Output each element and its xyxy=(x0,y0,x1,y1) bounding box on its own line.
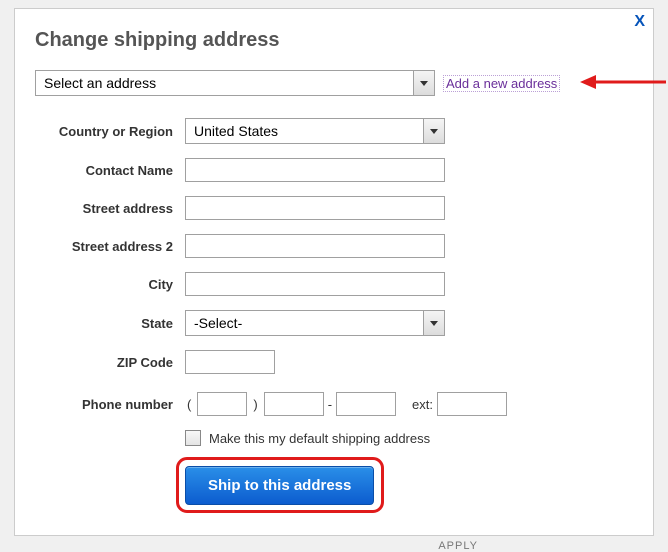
modal-title: Change shipping address xyxy=(35,29,633,52)
contact-name-input[interactable] xyxy=(185,158,445,182)
default-address-checkbox[interactable] xyxy=(185,430,201,446)
paren-close: ) xyxy=(251,397,259,412)
phone-label: Phone number xyxy=(45,397,185,412)
phone-prefix-input[interactable] xyxy=(264,392,324,416)
ship-to-address-button[interactable]: Ship to this address xyxy=(185,466,374,505)
street1-label: Street address xyxy=(45,201,185,216)
street2-input[interactable] xyxy=(185,234,445,258)
add-new-address-link[interactable]: Add a new address xyxy=(443,75,560,92)
street1-input[interactable] xyxy=(185,196,445,220)
zip-label: ZIP Code xyxy=(45,355,185,370)
city-input[interactable] xyxy=(185,272,445,296)
change-shipping-modal: X Change shipping address Select an addr… xyxy=(14,8,654,536)
address-form: Country or Region United States Contact … xyxy=(45,118,633,505)
zip-input[interactable] xyxy=(185,350,275,374)
close-icon[interactable]: X xyxy=(634,13,645,31)
default-address-label: Make this my default shipping address xyxy=(209,431,430,446)
apply-text: APPLY xyxy=(438,540,478,552)
contact-name-label: Contact Name xyxy=(45,163,185,178)
city-label: City xyxy=(45,277,185,292)
phone-line-input[interactable] xyxy=(336,392,396,416)
country-label: Country or Region xyxy=(45,124,185,139)
state-select[interactable]: -Select- xyxy=(185,310,445,336)
state-label: State xyxy=(45,316,185,331)
ext-label: ext: xyxy=(412,397,433,412)
address-select[interactable]: Select an address xyxy=(35,70,435,96)
phone-group: ( ) - ext: xyxy=(185,392,507,416)
country-select[interactable]: United States xyxy=(185,118,445,144)
phone-ext-input[interactable] xyxy=(437,392,507,416)
phone-area-input[interactable] xyxy=(197,392,247,416)
paren-open: ( xyxy=(185,397,193,412)
street2-label: Street address 2 xyxy=(45,239,185,254)
address-select-row: Select an address Add a new address xyxy=(35,70,633,96)
dash: - xyxy=(328,397,332,412)
default-address-row: Make this my default shipping address xyxy=(185,430,633,446)
submit-row: Ship to this address xyxy=(185,466,633,505)
